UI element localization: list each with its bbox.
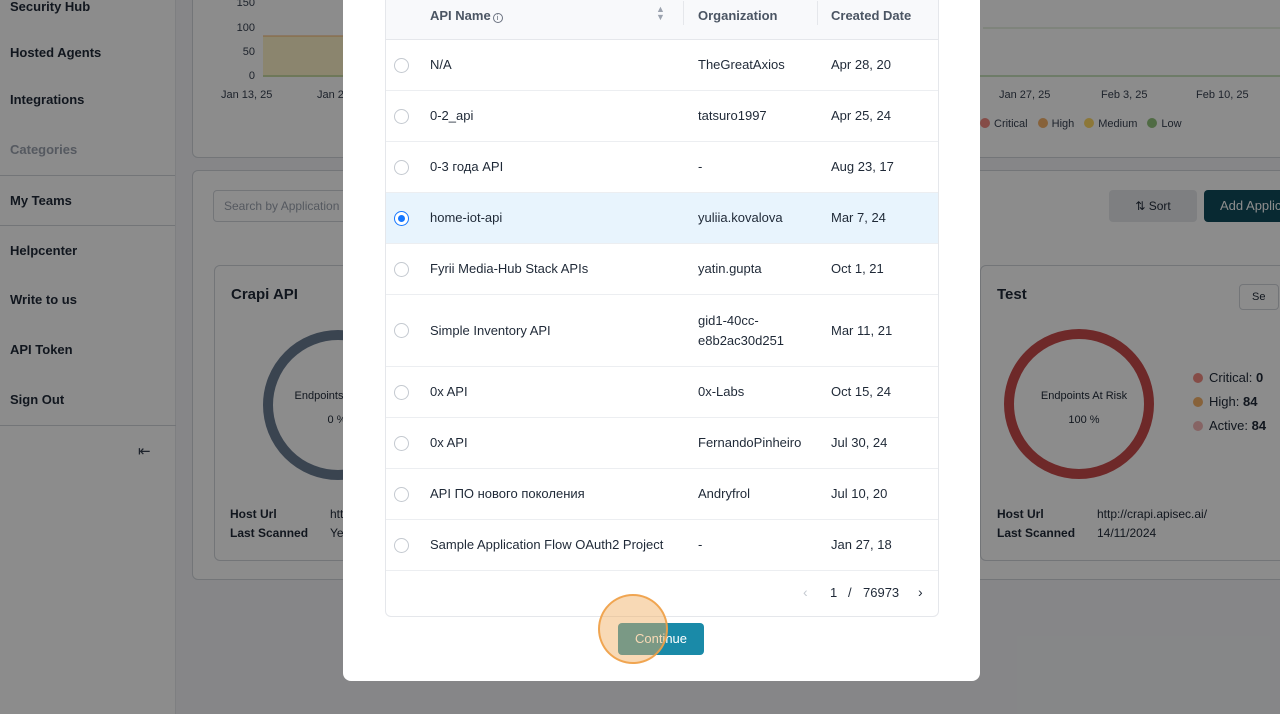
info-icon[interactable]: i xyxy=(492,13,503,23)
column-organization[interactable]: Organization xyxy=(698,8,777,23)
row-organization: 0x-Labs xyxy=(698,384,745,399)
row-created-date: Apr 25, 24 xyxy=(831,108,891,123)
row-api-name: N/A xyxy=(430,57,452,72)
column-api-name[interactable]: API Name i xyxy=(430,8,503,23)
row-radio[interactable] xyxy=(394,58,409,73)
row-radio-checked[interactable] xyxy=(394,211,409,226)
row-organization: FernandoPinheiro xyxy=(698,435,802,450)
row-created-date: Mar 7, 24 xyxy=(831,210,886,225)
table-row[interactable]: 0x API 0x-Labs Oct 15, 24 xyxy=(386,367,938,418)
row-organization: - xyxy=(698,159,703,174)
row-api-name: API ПО нового поколения xyxy=(430,486,585,501)
row-organization: Andryfrol xyxy=(698,486,751,501)
table-row[interactable]: 0-2_api tatsuro1997 Apr 25, 24 xyxy=(386,91,938,142)
total-pages: 76973 xyxy=(863,585,900,600)
row-created-date: Oct 1, 21 xyxy=(831,261,884,276)
row-organization: yuliia.kovalova xyxy=(698,210,783,225)
table-row-selected[interactable]: home-iot-api yuliia.kovalova Mar 7, 24 xyxy=(386,193,938,244)
current-page: 1 xyxy=(830,585,838,600)
row-created-date: Aug 23, 17 xyxy=(831,159,894,174)
row-organization: - xyxy=(698,537,703,552)
row-organization: gid1-40cc- xyxy=(698,313,759,328)
row-radio[interactable] xyxy=(394,538,409,553)
continue-button[interactable]: Continue xyxy=(618,623,704,655)
row-api-name: Fyrii Media-Hub Stack APIs xyxy=(430,261,589,276)
prev-page-icon[interactable]: ‹ xyxy=(803,584,808,600)
column-divider xyxy=(817,1,818,25)
column-divider xyxy=(683,1,684,25)
row-created-date: Jul 30, 24 xyxy=(831,435,888,450)
row-api-name: Simple Inventory API xyxy=(430,323,551,338)
page-separator: / xyxy=(848,585,852,600)
table-row[interactable]: 0-3 года API - Aug 23, 17 xyxy=(386,142,938,193)
row-radio[interactable] xyxy=(394,262,409,277)
column-created-date[interactable]: Created Date xyxy=(831,8,911,23)
row-api-name: 0x API xyxy=(430,384,468,399)
row-api-name: 0-2_api xyxy=(430,108,474,123)
select-api-modal: API Name i ▲ ▼ Organization Created Date N… xyxy=(343,0,980,681)
row-radio[interactable] xyxy=(394,160,409,175)
row-organization-cont: e8b2ac30d251 xyxy=(698,333,785,348)
row-created-date: Jan 27, 18 xyxy=(831,537,892,552)
table-header: API Name i ▲ ▼ Organization Created Date xyxy=(386,0,938,40)
row-organization: tatsuro1997 xyxy=(698,108,767,123)
row-radio[interactable] xyxy=(394,385,409,400)
row-organization: yatin.gupta xyxy=(698,261,762,276)
row-api-name: 0-3 года API xyxy=(430,159,504,174)
row-api-name: Sample Application Flow OAuth2 Project xyxy=(430,537,664,552)
api-table: API Name i ▲ ▼ Organization Created Date N… xyxy=(385,0,939,617)
table-row[interactable]: Fyrii Media-Hub Stack APIs yatin.gupta O… xyxy=(386,244,938,295)
sort-toggle-icon[interactable]: ▲ ▼ xyxy=(656,5,665,22)
table-row[interactable]: 0x API FernandoPinheiro Jul 30, 24 xyxy=(386,418,938,469)
row-organization: TheGreatAxios xyxy=(698,57,785,72)
row-created-date: Oct 15, 24 xyxy=(831,384,891,399)
table-row[interactable]: Sample Application Flow OAuth2 Project -… xyxy=(386,520,938,571)
next-page-icon[interactable]: › xyxy=(918,584,923,600)
row-api-name: 0x API xyxy=(430,435,468,450)
table-row[interactable]: Simple Inventory API gid1-40cc- e8b2ac30… xyxy=(386,295,938,367)
row-created-date: Apr 28, 20 xyxy=(831,57,891,72)
row-created-date: Jul 10, 20 xyxy=(831,486,888,501)
row-radio[interactable] xyxy=(394,436,409,451)
row-radio[interactable] xyxy=(394,487,409,502)
table-row[interactable]: N/A TheGreatAxios Apr 28, 20 xyxy=(386,40,938,91)
table-row[interactable]: API ПО нового поколения Andryfrol Jul 10… xyxy=(386,469,938,520)
row-api-name: home-iot-api xyxy=(430,210,503,225)
row-radio[interactable] xyxy=(394,109,409,124)
row-created-date: Mar 11, 21 xyxy=(831,323,893,338)
row-radio[interactable] xyxy=(394,323,409,338)
